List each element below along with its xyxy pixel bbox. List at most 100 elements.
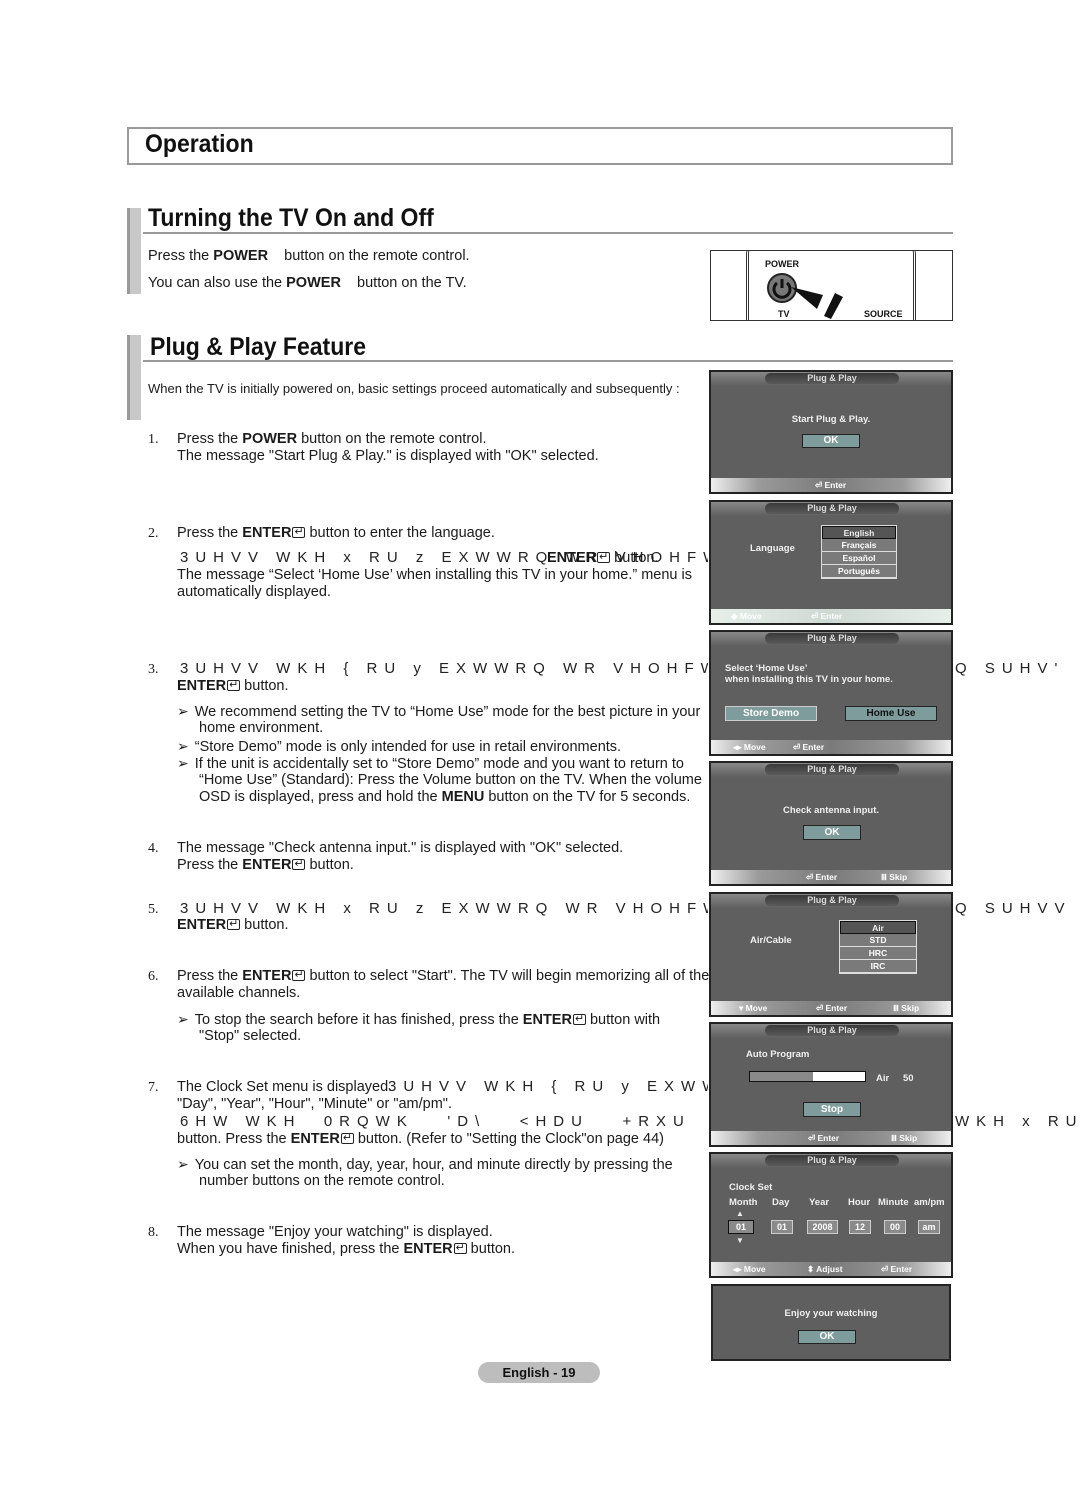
osd-air-cable: Plug & Play Air/Cable Air STD HRC IRC ▾ … [709, 892, 953, 1017]
step2-line3: The message “Select ‘Home Use’ when inst… [177, 567, 692, 583]
page-number: English - 19 [478, 1362, 600, 1383]
step7-garbled-line2: 6HW WKH 0RQWK 'D\ <HDU +RXU 0LQXWH R [180, 1113, 691, 1130]
note-item: ➢ “Store Demo” mode is only intended for … [177, 738, 622, 755]
clock-col-minute: Minute [878, 1197, 909, 1208]
language-option[interactable]: Français [822, 539, 896, 552]
step3-stray-text: Q SUHV' [955, 660, 1065, 677]
osd-header: Plug & Play [765, 1025, 899, 1036]
progress-channel: 50 [903, 1073, 914, 1084]
footer-move: ◂▸ Move [733, 742, 766, 752]
step5-garbled-line: 3UHVV WKH x RU z EXWWRQ WR VHOHFW $LU 67… [180, 900, 708, 917]
remote-illustration: POWER TV SOURCE [710, 250, 953, 321]
step5-stray-text: Q SUHVV [955, 900, 1072, 917]
clock-ampm-field[interactable]: am [918, 1220, 940, 1234]
note-arrow-icon: ➢ [177, 1156, 189, 1172]
language-option[interactable]: Português [822, 565, 896, 578]
clock-col-ampm: am/pm [914, 1197, 945, 1208]
home-use-button[interactable]: Home Use [845, 706, 937, 721]
enter-icon [227, 677, 241, 694]
ok-button[interactable]: OK [798, 1330, 856, 1344]
auto-program-title: Auto Program [746, 1049, 810, 1060]
footer-enter: ⏎ Enter [881, 1264, 913, 1274]
clock-minute-field[interactable]: 00 [884, 1220, 906, 1234]
note-item-cont: “Home Use” (Standard): Press the Volume … [199, 772, 702, 788]
clock-col-month: Month [729, 1197, 758, 1208]
air-cable-list: Air STD HRC IRC [839, 920, 917, 974]
note-item-cont: OSD is displayed, press and hold the MEN… [199, 789, 691, 805]
air-cable-option[interactable]: IRC [840, 960, 916, 973]
step6-line1: Press the ENTER button to select "Start"… [177, 967, 709, 985]
step2-overlay: ENTER button. [547, 549, 659, 567]
osd-header: Plug & Play [765, 373, 899, 384]
footer-skip: Ⅲ Skip [891, 1133, 918, 1143]
note-item-cont: "Stop" selected. [199, 1028, 302, 1044]
progress-source: Air [876, 1073, 890, 1084]
plugplay-intro: When the TV is initially powered on, bas… [148, 381, 680, 396]
remote-source-label: SOURCE [864, 309, 903, 319]
clock-month-field[interactable]: 01 [728, 1220, 754, 1234]
osd-clock-set: Plug & Play Clock Set Month Day Year Hou… [709, 1152, 953, 1278]
power-remote-line: Press the POWER button on the remote con… [148, 248, 470, 264]
language-option[interactable]: English [822, 526, 896, 539]
osd-home-use: Plug & Play Select ‘Home Use’ when insta… [709, 630, 953, 756]
enter-icon [227, 916, 241, 933]
footer-enter: ⏎ Enter [793, 742, 825, 752]
osd-language: Plug & Play Language English Français Es… [709, 500, 953, 625]
clock-day-field[interactable]: 01 [771, 1220, 793, 1234]
air-cable-label: Air/Cable [750, 935, 792, 946]
step7-line1: The Clock Set menu is displayed. [177, 1079, 393, 1095]
section-underline [143, 232, 953, 234]
osd-header: Plug & Play [765, 764, 899, 775]
step-number: 5. [148, 902, 159, 917]
footer-skip: Ⅲ Skip [893, 1003, 920, 1013]
section-underline [143, 360, 953, 362]
stop-button[interactable]: Stop [803, 1102, 861, 1117]
air-cable-option[interactable]: HRC [840, 947, 916, 960]
up-arrow-icon[interactable]: ▲ [736, 1209, 744, 1218]
osd-check-antenna: Plug & Play Check antenna input. OK ⏎ En… [709, 761, 953, 886]
note-item: ➢ To stop the search before it has finish… [177, 1011, 660, 1029]
progress-fill [750, 1072, 814, 1081]
page-title: Operation [145, 130, 254, 158]
footer-enter: ⏎ Enter [806, 872, 838, 882]
step7-garbled-line1: 3UHVV WKH { RU y EXWWRQ WR [388, 1078, 708, 1095]
clock-hour-field[interactable]: 12 [849, 1220, 871, 1234]
step2-line1: Press the ENTER button to enter the lang… [177, 524, 495, 542]
air-cable-option[interactable]: STD [840, 934, 916, 947]
footer-move: ◆ Move [731, 611, 762, 621]
clock-col-year: Year [809, 1197, 830, 1208]
clock-year-field[interactable]: 2008 [807, 1220, 838, 1234]
osd-message: Start Plug & Play. [791, 414, 871, 425]
note-arrow-icon: ➢ [177, 755, 189, 771]
step4-line2: Press the ENTER button. [177, 856, 354, 874]
footer-move: ◂▸ Move [733, 1264, 766, 1274]
note-item: ➢ You can set the month, day, year, hour,… [177, 1156, 673, 1173]
home-use-line1: Select ‘Home Use’ [725, 663, 808, 674]
step5-line2: ENTER button. [177, 916, 289, 934]
enter-icon [340, 1130, 354, 1147]
step8-line2: When you have finished, press the ENTER … [177, 1240, 515, 1258]
enter-icon [292, 967, 306, 984]
language-option[interactable]: Español [822, 552, 896, 565]
note-arrow-icon: ➢ [177, 703, 189, 719]
step4-line1: The message "Check antenna input." is di… [177, 840, 624, 856]
footer-enter: ⏎ Enter [808, 1133, 840, 1143]
down-arrow-icon[interactable]: ▼ [736, 1236, 744, 1245]
osd-start-plugplay: Plug & Play Start Plug & Play. OK ⏎ Ente… [709, 370, 953, 494]
step1-line2: The message "Start Plug & Play." is disp… [177, 448, 599, 464]
pointer-arrow-icon [791, 287, 843, 319]
osd-auto-program: Plug & Play Auto Program Air 50 Stop ⏎ E… [709, 1022, 953, 1147]
home-use-line2: when installing this TV in your home. [725, 674, 893, 685]
step2-line4: automatically displayed. [177, 584, 331, 600]
ok-button[interactable]: OK [802, 434, 860, 448]
air-cable-option[interactable]: Air [840, 921, 916, 934]
section-bar [127, 208, 141, 294]
osd-header: Plug & Play [765, 633, 899, 644]
ok-button[interactable]: OK [803, 825, 861, 840]
step-number: 3. [148, 662, 159, 677]
clock-col-day: Day [772, 1197, 790, 1208]
step3-line2: ENTER button. [177, 677, 289, 695]
note-item-cont: home environment. [199, 720, 324, 736]
store-demo-button[interactable]: Store Demo [725, 706, 817, 721]
note-item: ➢ We recommend setting the TV to “Home Us… [177, 703, 701, 720]
